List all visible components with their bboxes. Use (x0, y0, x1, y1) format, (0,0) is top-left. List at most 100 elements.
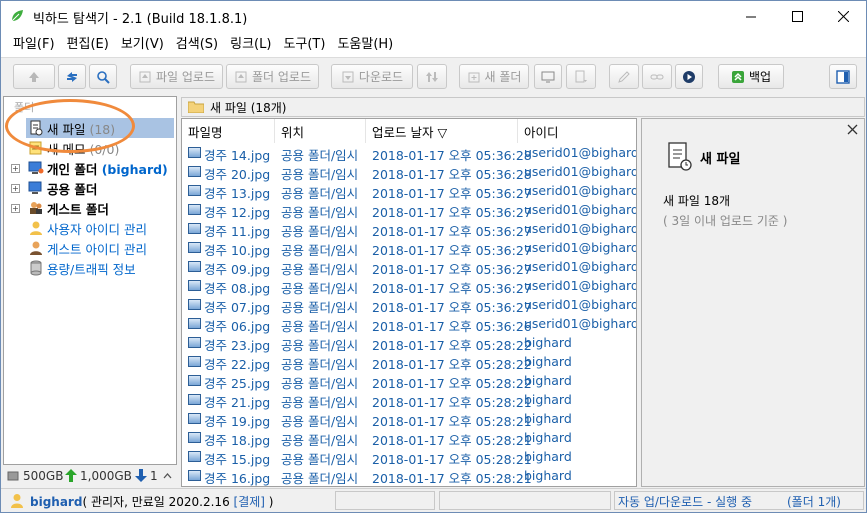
upload-folder-label: 폴더 업로드 (251, 70, 311, 84)
download-button[interactable]: 다운로드 (331, 64, 413, 89)
tree-label-new-files: 새 파일 (47, 121, 86, 137)
menu-search[interactable]: 검색(S) (170, 32, 224, 57)
storage-status: 500GB 1,000GB 1 (3, 465, 177, 487)
menu-help[interactable]: 도움말(H) (331, 32, 399, 57)
image-file-icon (188, 299, 201, 310)
tree-label-guest-id-management: 게스트 아이디 관리 (47, 241, 147, 257)
sync-status: 자동 업/다운로드 - 실행 중 (618, 495, 753, 509)
tree-item-capacity-info[interactable]: 용량/트래픽 정보 (4, 258, 176, 278)
minimize-button[interactable] (728, 1, 774, 32)
backup-button[interactable]: 백업 (718, 64, 784, 89)
image-file-icon (188, 185, 201, 196)
file-owner-cell: bighard (524, 392, 572, 407)
table-row[interactable]: 경주 12.jpg 공용 폴더/임시 2018-01-17 오후 05:36:27 u… (182, 200, 636, 220)
search-button[interactable] (89, 64, 117, 89)
table-row[interactable]: 경주 15.jpg 공용 폴더/임시 2018-01-17 오후 05:28:21 b… (182, 447, 636, 467)
tree-item-user-id-management[interactable]: 사용자 아이디 관리 (4, 218, 176, 238)
menu-tools[interactable]: 도구(T) (277, 32, 331, 57)
image-file-icon (188, 394, 201, 405)
image-file-icon (188, 356, 201, 367)
menu-link[interactable]: 링크(L) (224, 32, 277, 57)
tree-item-guest-id-management[interactable]: 게스트 아이디 관리 (4, 238, 176, 258)
column-location-label: 위치 (281, 124, 305, 140)
table-row[interactable]: 경주 23.jpg 공용 폴더/임시 2018-01-17 오후 05:28:22 b… (182, 333, 636, 353)
new-folder-icon (468, 72, 480, 82)
database-icon (30, 260, 42, 276)
menu-view[interactable]: 보기(V) (115, 32, 170, 57)
image-file-icon (188, 413, 201, 424)
column-header-id[interactable]: 아이디 (518, 119, 636, 143)
download-label: 다운로드 (358, 70, 404, 84)
refresh-button[interactable] (58, 64, 86, 89)
disk-icon (7, 471, 19, 481)
maximize-button[interactable] (774, 1, 820, 32)
new-file-large-icon (668, 142, 692, 171)
user-icon (11, 494, 23, 508)
file-options-button[interactable] (566, 64, 596, 89)
payment-link[interactable]: [결제] (234, 495, 265, 509)
table-row[interactable]: 경주 22.jpg 공용 폴더/임시 2018-01-17 오후 05:28:22 b… (182, 352, 636, 372)
sync-arrows-icon (67, 71, 77, 82)
link-button[interactable] (642, 64, 672, 89)
image-file-icon (188, 432, 201, 443)
expand-toggle[interactable]: + (11, 183, 20, 193)
file-list: 파일명 위치 업로드 날자 ▽ 아이디 경주 14.jpg 공용 폴더/임시 201… (181, 118, 637, 487)
play-button[interactable] (675, 64, 703, 89)
column-header-date[interactable]: 업로드 날자 ▽ (366, 119, 518, 143)
panel-toggle-button[interactable] (829, 64, 857, 89)
tree-header: 폴더 (14, 101, 35, 114)
tree-item-personal-folder[interactable]: + 개인 폴더 (bighard) (4, 158, 176, 178)
file-date-cell: 2018-01-17 오후 05:28:21 (372, 471, 532, 486)
tree-item-new-memos[interactable]: 새 메모 (0/0) (4, 138, 176, 158)
table-row[interactable]: 경주 08.jpg 공용 폴더/임시 2018-01-17 오후 05:36:27 u… (182, 276, 636, 296)
expand-toggle[interactable]: + (11, 203, 20, 213)
table-row[interactable]: 경주 21.jpg 공용 폴더/임시 2018-01-17 오후 05:28:21 b… (182, 390, 636, 410)
arrow-up-icon (29, 71, 39, 82)
tree-label-guest-folder: 게스트 폴더 (47, 201, 109, 217)
table-row[interactable]: 경주 14.jpg 공용 폴더/임시 2018-01-17 오후 05:36:28 u… (182, 143, 636, 163)
up-down-arrows-icon (426, 71, 438, 82)
table-row[interactable]: 경주 13.jpg 공용 폴더/임시 2018-01-17 오후 05:36:27 u… (182, 181, 636, 201)
status-section-sync: 자동 업/다운로드 - 실행 중 (폴더 1개) (614, 491, 864, 510)
column-header-location[interactable]: 위치 (275, 119, 366, 143)
file-owner-cell: bighard (524, 335, 572, 350)
column-header-name[interactable]: 파일명 (182, 119, 275, 143)
menu-file[interactable]: 파일(F) (7, 32, 61, 57)
table-row[interactable]: 경주 16.jpg 공용 폴더/임시 2018-01-17 오후 05:28:21 b… (182, 466, 636, 486)
status-username: bighard (30, 495, 83, 509)
table-row[interactable]: 경주 25.jpg 공용 폴더/임시 2018-01-17 오후 05:28:22 b… (182, 371, 636, 391)
upload-folder-button[interactable]: 폴더 업로드 (226, 64, 319, 89)
table-row[interactable]: 경주 20.jpg 공용 폴더/임시 2018-01-17 오후 05:36:28 u… (182, 162, 636, 182)
file-owner-cell: bighard (524, 411, 572, 426)
table-row[interactable]: 경주 07.jpg 공용 폴더/임시 2018-01-17 오후 05:36:27 u… (182, 295, 636, 315)
expand-toggle[interactable]: + (11, 163, 20, 173)
new-file-count: (18) (89, 121, 116, 137)
menu-edit[interactable]: 편집(E) (61, 32, 115, 57)
column-date-label: 업로드 날자 ▽ (372, 124, 448, 140)
play-icon (683, 70, 695, 83)
screen-button[interactable] (534, 64, 562, 89)
table-row[interactable]: 경주 11.jpg 공용 폴더/임시 2018-01-17 오후 05:36:27 u… (182, 219, 636, 239)
image-file-icon (188, 451, 201, 462)
close-button[interactable] (820, 1, 866, 32)
table-row[interactable]: 경주 09.jpg 공용 폴더/임시 2018-01-17 오후 05:36:27 u… (182, 257, 636, 277)
tree-item-new-files[interactable]: 새 파일 (18) (4, 118, 176, 138)
upload-file-button[interactable]: 파일 업로드 (130, 64, 223, 89)
close-icon[interactable] (847, 124, 858, 135)
chevron-up-icon[interactable] (163, 471, 172, 480)
file-owner-cell: bighard (524, 430, 572, 445)
transfer-button[interactable] (417, 64, 447, 89)
image-file-icon (188, 318, 201, 329)
new-folder-button[interactable]: 새 폴더 (459, 64, 529, 89)
table-row[interactable]: 경주 10.jpg 공용 폴더/임시 2018-01-17 오후 05:36:27 u… (182, 238, 636, 258)
table-row[interactable]: 경주 18.jpg 공용 폴더/임시 2018-01-17 오후 05:28:21 b… (182, 428, 636, 448)
table-row[interactable]: 경주 19.jpg 공용 폴더/임시 2018-01-17 오후 05:28:21 b… (182, 409, 636, 429)
tree-item-shared-folder[interactable]: + 공용 폴더 (4, 178, 176, 198)
image-file-icon (188, 242, 201, 253)
up-folder-button[interactable] (13, 64, 55, 89)
image-file-icon (188, 147, 201, 158)
table-row[interactable]: 경주 06.jpg 공용 폴더/임시 2018-01-17 오후 05:36:26 u… (182, 314, 636, 334)
edit-button[interactable] (609, 64, 639, 89)
tree-item-guest-folder[interactable]: + 게스트 폴더 (4, 198, 176, 218)
status-bar: bighard( 관리자, 만료일 2020.2.16 [결제] ) 자동 업/… (1, 488, 866, 512)
